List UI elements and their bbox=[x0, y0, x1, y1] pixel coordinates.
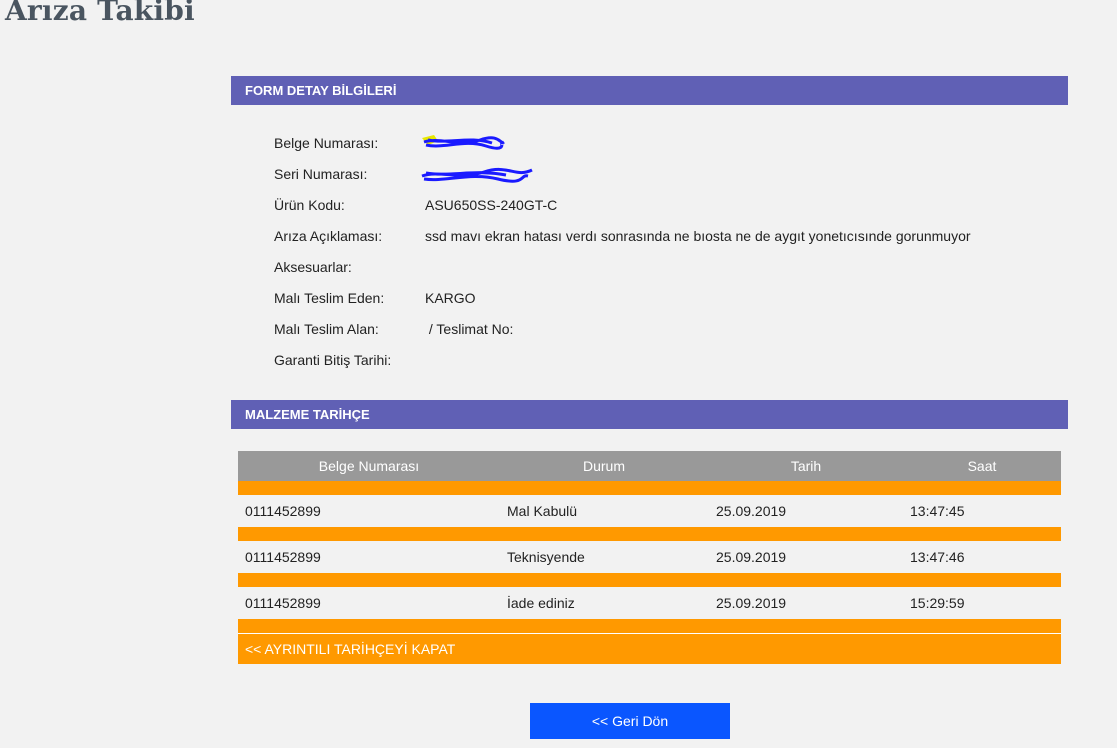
redacted-seri-numarasi bbox=[421, 167, 533, 183]
detail-value: / Teslimat No: bbox=[425, 321, 514, 337]
table-row: 0111452899 Mal Kabulü 25.09.2019 13:47:4… bbox=[238, 495, 1061, 527]
redacted-belge-numarasi bbox=[422, 135, 505, 150]
detail-label: Malı Teslim Alan: bbox=[274, 321, 379, 337]
column-header-saat: Saat bbox=[967, 458, 997, 474]
cell-belge-numarasi: 0111452899 bbox=[245, 503, 321, 519]
collapse-history-link[interactable]: << AYRINTILI TARİHÇEYİ KAPAT bbox=[238, 633, 1061, 664]
row-separator bbox=[238, 481, 1061, 495]
cell-saat: 13:47:46 bbox=[910, 549, 965, 565]
cell-belge-numarasi: 0111452899 bbox=[245, 549, 321, 565]
page-title: Arıza Takibi bbox=[5, 0, 195, 27]
row-separator bbox=[238, 619, 1061, 633]
detail-value: ASU650SS-240GT-C bbox=[425, 197, 558, 213]
column-header-belge-numarasi: Belge Numarası bbox=[318, 458, 420, 474]
cell-durum: Mal Kabulü bbox=[507, 503, 578, 519]
table-row: 0111452899 Teknisyende 25.09.2019 13:47:… bbox=[238, 541, 1061, 573]
cell-tarih: 25.09.2019 bbox=[716, 503, 787, 519]
detail-label: Ürün Kodu: bbox=[274, 197, 345, 213]
detail-value: ssd mavı ekran hatası verdı sonrasında n… bbox=[425, 228, 971, 244]
detail-label: Arıza Açıklaması: bbox=[274, 228, 383, 244]
detail-label: Seri Numarası: bbox=[274, 166, 368, 182]
table-header-row: Belge Numarası Durum Tarih Saat bbox=[238, 451, 1061, 481]
column-header-durum: Durum bbox=[582, 458, 625, 474]
back-button[interactable]: << Geri Dön bbox=[530, 703, 730, 739]
column-header-tarih: Tarih bbox=[790, 458, 822, 474]
cell-saat: 13:47:45 bbox=[910, 503, 965, 519]
detail-value: KARGO bbox=[425, 290, 476, 306]
detail-label: Aksesuarlar: bbox=[274, 259, 352, 275]
row-separator bbox=[238, 527, 1061, 541]
row-separator bbox=[238, 573, 1061, 587]
cell-belge-numarasi: 0111452899 bbox=[245, 595, 321, 611]
detail-label: Belge Numarası: bbox=[274, 135, 379, 151]
history-table: Belge Numarası Durum Tarih Saat 01114528… bbox=[238, 451, 1061, 664]
cell-durum: İade ediniz bbox=[507, 595, 575, 611]
cell-saat: 15:29:59 bbox=[910, 595, 965, 611]
detail-label: Garanti Bitiş Tarihi: bbox=[274, 352, 392, 368]
history-header: MALZEME TARİHÇE bbox=[231, 400, 1068, 429]
cell-tarih: 25.09.2019 bbox=[716, 549, 787, 565]
form-detail-header: FORM DETAY BİLGİLERİ bbox=[231, 76, 1068, 105]
cell-durum: Teknisyende bbox=[507, 549, 585, 565]
cell-tarih: 25.09.2019 bbox=[716, 595, 787, 611]
detail-label: Malı Teslim Eden: bbox=[274, 290, 385, 306]
table-row: 0111452899 İade ediniz 25.09.2019 15:29:… bbox=[238, 587, 1061, 619]
